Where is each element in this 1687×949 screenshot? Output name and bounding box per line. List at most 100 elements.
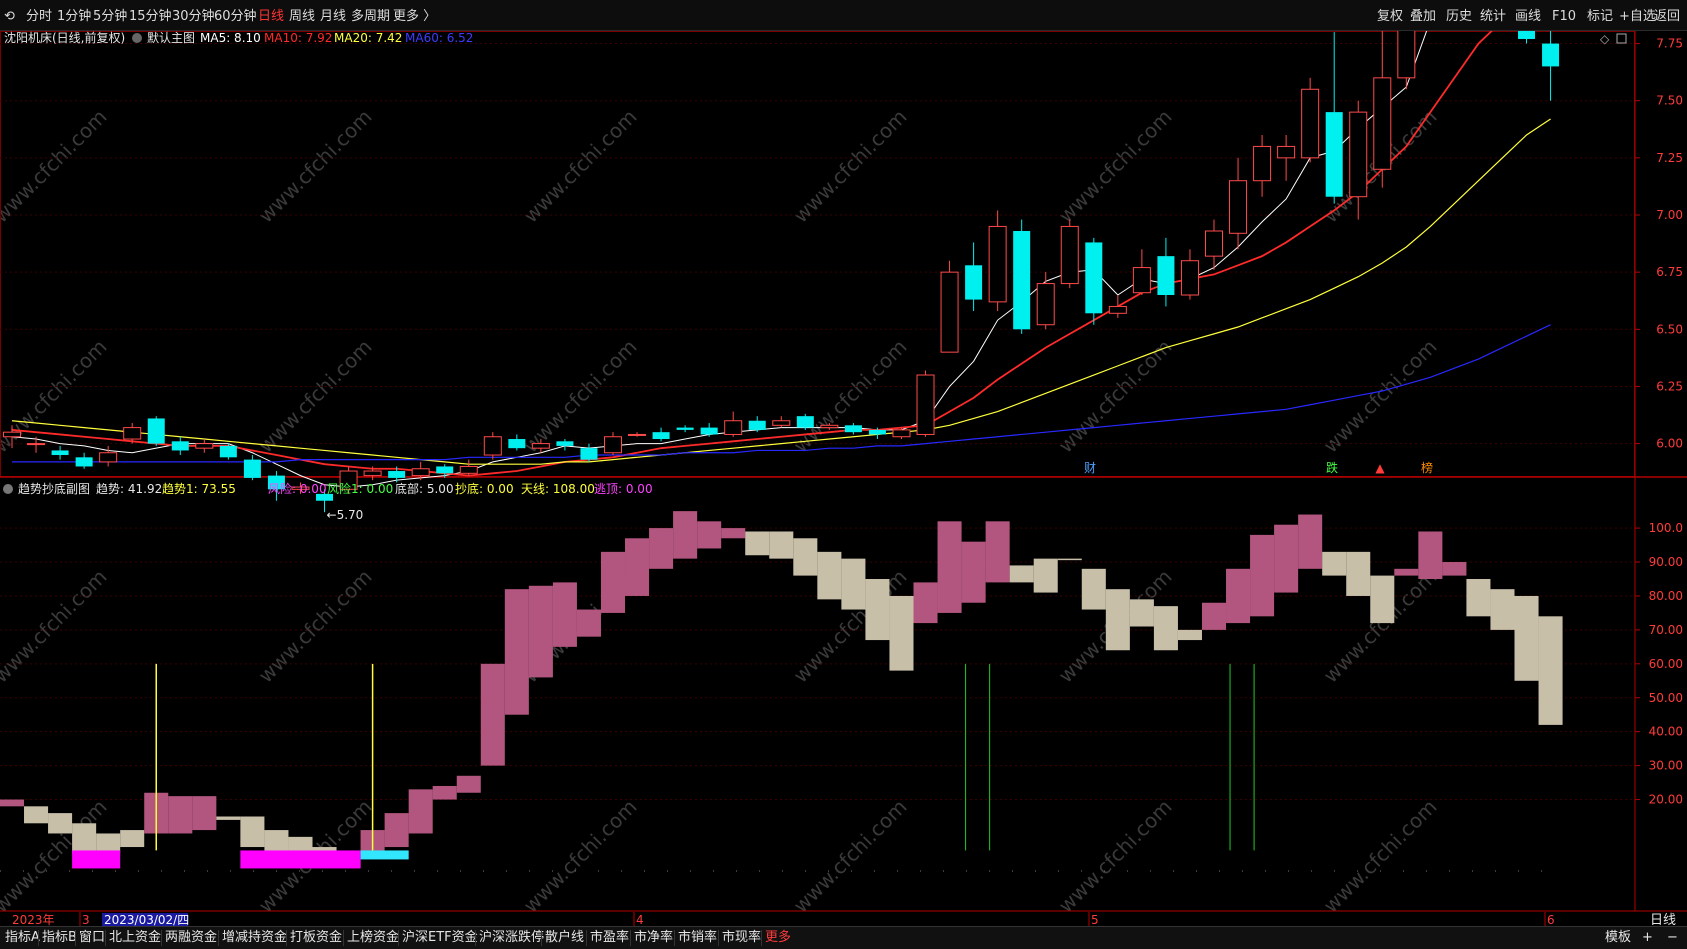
event-markers[interactable]: 财 跌 ▲ 榜 [1084,460,1433,475]
candle-down[interactable] [147,418,165,444]
candle-down[interactable] [1542,43,1560,67]
period-tab-10[interactable]: 更多 〉 [393,0,436,30]
candle-down[interactable] [965,265,983,300]
sub-dropdown-icon[interactable] [3,484,13,494]
event-marker-2[interactable]: ▲ [1375,461,1385,475]
candle-up[interactable] [820,424,839,429]
stock-title[interactable]: 沈阳机床(日线,前复权) [4,30,125,45]
bottom-right-2[interactable]: − [1665,927,1680,949]
toolbar-right-8[interactable]: 返回 [1654,0,1680,30]
indicator-tab-6[interactable]: 打板资金 [288,927,344,949]
candle-down[interactable] [388,471,406,478]
candle-up[interactable] [988,225,1007,303]
candle-up[interactable] [1108,305,1127,314]
candle-down[interactable] [556,441,574,446]
candle-up[interactable] [1301,88,1320,159]
toolbar-right-4[interactable]: 画线 [1515,0,1541,30]
candle-down[interactable] [436,466,454,474]
candle-up[interactable] [1397,0,1416,79]
template-dropdown-icon[interactable] [132,33,142,43]
candle-down[interactable] [171,441,189,451]
indicator-tab-4[interactable]: 两融资金 [163,927,219,949]
candle-down[interactable] [676,427,694,430]
indicator-tab-10[interactable]: 散户线 [543,927,586,949]
template-name[interactable]: 默认主图 [147,30,195,45]
candle-down[interactable] [51,450,69,456]
candle-up[interactable] [411,468,430,477]
candle-up[interactable] [195,443,214,449]
period-tab-6[interactable]: 日线 [258,0,284,30]
event-marker-3[interactable]: 榜 [1421,460,1433,475]
period-tab-9[interactable]: 多周期 [351,0,390,30]
event-marker-0[interactable]: 财 [1084,461,1096,475]
toolbar-right-1[interactable]: 叠加 [1410,0,1436,30]
period-label[interactable]: 日线 [1650,913,1676,928]
period-tab-7[interactable]: 周线 [289,0,315,30]
candle-down[interactable] [580,448,598,460]
candle-up[interactable] [531,443,550,449]
candle-down[interactable] [1325,112,1343,197]
candle-up[interactable] [1253,145,1272,182]
candle-up[interactable] [916,374,935,435]
candle-down[interactable] [1518,0,1536,39]
candle-down[interactable] [508,439,526,449]
candle-up[interactable] [27,443,46,446]
kline-chart-area[interactable]: www.cfchi.com www.cfchi.com www.cfchi.com w… [0,0,1687,928]
toolbar-right-6[interactable]: 标记 [1587,0,1613,30]
candle-down[interactable] [844,425,862,433]
candle-down[interactable] [1013,231,1031,330]
diamond-icon[interactable]: ◇ [1600,32,1610,46]
candle-up[interactable] [604,436,622,454]
candle-up[interactable] [3,431,21,438]
indicator-tab-8[interactable]: 沪深ETF资金 [400,927,480,949]
period-tab-1[interactable]: 1分钟 [57,0,91,30]
candle-up[interactable] [1229,180,1248,234]
candle-up[interactable] [1036,283,1055,326]
candle-up[interactable] [483,436,502,456]
indicator-tab-12[interactable]: 市净率 [632,927,675,949]
candle-up[interactable] [99,452,118,463]
toolbar-right-3[interactable]: 统计 [1480,0,1506,30]
back-arrow-icon[interactable]: ⟲ [4,0,15,30]
candle-up[interactable] [1277,145,1296,159]
period-tab-2[interactable]: 5分钟 [93,0,127,30]
candle-up[interactable] [363,470,382,477]
candle-down[interactable] [219,445,237,458]
candle-up[interactable] [1132,267,1151,294]
candle-up[interactable] [1060,225,1079,285]
bottom-right-0[interactable]: 模板 [1603,927,1633,949]
period-tab-0[interactable]: 分时 [26,0,52,30]
candle-down[interactable] [243,459,261,478]
toolbar-right-7[interactable]: +自选 [1619,0,1656,30]
indicator-tab-9[interactable]: 沪深涨跌停 [477,927,546,949]
candle-up[interactable] [1205,230,1223,257]
candle-down[interactable] [652,432,670,440]
window-toggle-icon[interactable] [1616,33,1627,44]
candle-down[interactable] [1157,256,1175,296]
indicator-tab-13[interactable]: 市销率 [676,927,719,949]
indicator-tab-2[interactable]: 窗口 [77,927,107,949]
indicator-tab-1[interactable]: 指标B [40,927,79,949]
candle-up[interactable] [940,271,959,353]
candle-up[interactable] [724,420,743,435]
candle-down[interactable] [748,420,766,430]
period-tab-4[interactable]: 30分钟 [172,0,215,30]
period-tab-8[interactable]: 月线 [320,0,346,30]
candle-up[interactable] [123,427,142,440]
toolbar-right-2[interactable]: 历史 [1446,0,1472,30]
bottom-right-1[interactable]: + [1640,927,1655,949]
chart-svg[interactable]: www.cfchi.com www.cfchi.com www.cfchi.com w… [0,0,1687,928]
indicator-tab-7[interactable]: 上榜资金 [345,927,401,949]
candle-down[interactable] [868,429,886,435]
period-tab-5[interactable]: 60分钟 [214,0,257,30]
event-marker-1[interactable]: 跌 [1326,460,1338,475]
candle-down[interactable] [796,416,814,428]
candle-up[interactable] [892,429,911,438]
candle-up[interactable] [459,465,478,474]
candle-up[interactable] [1180,260,1199,296]
candle-down[interactable] [1085,242,1103,314]
indicator-tab-15[interactable]: 更多 [763,927,793,949]
sub-title[interactable]: 趋势抄底副图 [18,481,90,496]
indicator-tab-0[interactable]: 指标A [3,927,42,949]
candle-down[interactable] [700,427,718,435]
